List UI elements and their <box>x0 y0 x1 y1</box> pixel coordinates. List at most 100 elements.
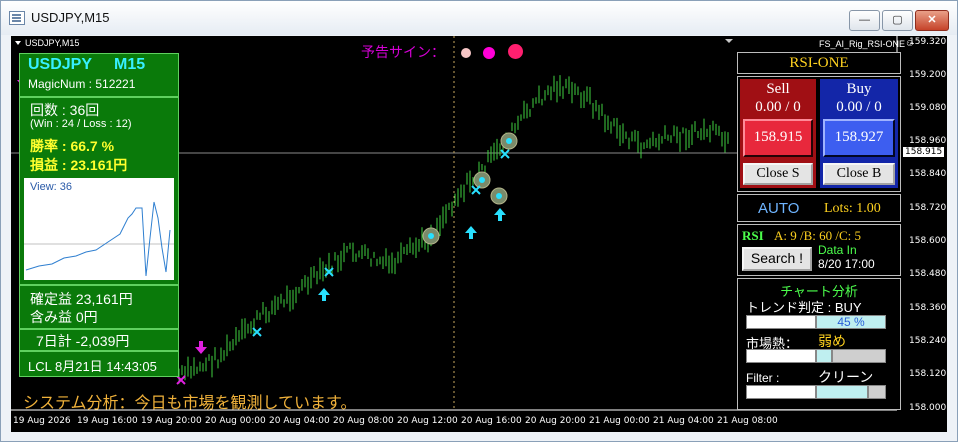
chart-menu-icon <box>15 41 21 45</box>
price-tick: 158.600 <box>909 236 947 246</box>
filter-bar-left <box>746 385 816 399</box>
profit-panel: 確定益 23,161円 含み益 0円 <box>19 285 179 329</box>
lot-size: Lots: 1.00 <box>824 201 881 216</box>
chart-window-icon <box>9 11 25 25</box>
sell-block: Sell 0.00 / 0 158.915 Close S <box>740 79 816 188</box>
equity-line <box>25 201 171 277</box>
buy-button[interactable]: 158.927 <box>823 119 895 157</box>
rsi-box: RSI A: 9 /B: 60 /C: 5 Search ! Data In 8… <box>737 224 901 276</box>
time-tick: 20 Aug 08:00 <box>333 416 394 426</box>
time-tick: 20 Aug 00:00 <box>205 416 266 426</box>
time-tick: 20 Aug 04:00 <box>269 416 330 426</box>
local-time: LCL 8月21日 14:43:05 <box>28 359 157 374</box>
chart-symbol-label: USDJPY,M15 <box>25 38 80 48</box>
price-tick: 158.120 <box>909 369 947 379</box>
view-count: View: 36 <box>30 181 72 193</box>
filter-bar-rest <box>868 385 886 399</box>
trend-percent: 45 % <box>837 315 865 329</box>
magic-number: MagicNum : 512221 <box>28 77 136 91</box>
buy-count: 0.00 / 0 <box>836 99 882 115</box>
symbol-name: USDJPY <box>28 56 93 73</box>
mt4-chart-window: USDJPY,M15 — ▢ ✕ USDJPY,M15 FS_AI_Rig_RS… <box>0 0 958 442</box>
price-tick: 159.080 <box>909 103 947 113</box>
trade-count: 回数 : 36回 <box>30 102 100 118</box>
system-status-message: システム分析：今日も市場を観測しています。 <box>23 395 357 412</box>
signal-dot-weak <box>461 48 471 58</box>
time-tick: 19 Aug 16:00 <box>77 416 138 426</box>
filter-label: Filter : <box>746 371 780 385</box>
filter-bar-fill <box>816 385 868 399</box>
close-cross <box>500 149 510 159</box>
trend-bar-right: 45 % <box>816 315 886 329</box>
rsi-one-panel: RSI-ONE Sell 0.00 / 0 158.915 Close S Bu… <box>737 52 901 410</box>
clock-panel: LCL 8月21日 14:43:05 <box>19 351 179 377</box>
win-rate: 勝率 : 66.7 % <box>30 138 115 154</box>
price-tick: 158.360 <box>909 303 947 313</box>
realized-profit: 確定益 23,161円 <box>30 291 133 307</box>
rsi-label: RSI <box>742 228 764 243</box>
window-title: USDJPY,M15 <box>31 10 110 25</box>
exit-marker-dot <box>496 193 502 199</box>
time-tick: 21 Aug 00:00 <box>589 416 650 426</box>
equity-curve-plot <box>24 201 174 277</box>
signal-preview-label: 予告サイン： <box>361 44 445 60</box>
price-chart[interactable]: USDJPY,M15 FS_AI_Rig_RSI-ONE ☺ 予告サイン： 15… <box>11 36 947 432</box>
chart-analysis-box: チャート分析 トレンド判定 : BUY 45 % 市場熱： 弱め Filter … <box>737 278 901 410</box>
close-button[interactable]: ✕ <box>915 10 949 31</box>
stats-panel: 回数 : 36回 (Win : 24 / Loss : 12) 勝率 : 66.… <box>19 97 179 285</box>
close-cross <box>176 375 186 385</box>
auto-mode[interactable]: AUTO <box>758 200 799 217</box>
unrealized-profit: 含み益 0円 <box>30 309 98 325</box>
market-heat-value: 弱め <box>818 333 846 349</box>
price-tick: 158.720 <box>909 203 947 213</box>
sell-arrow <box>195 341 207 354</box>
symbol-panel: USDJPY M15 MagicNum : 512221 <box>19 53 179 97</box>
panel-header: RSI-ONE <box>737 52 901 74</box>
search-button[interactable]: Search ! <box>742 247 812 271</box>
time-tick: 20 Aug 16:00 <box>461 416 522 426</box>
trend-judgement: トレンド判定 : BUY <box>746 300 862 315</box>
time-tick: 19 Aug 2026 <box>13 416 71 426</box>
exit-marker-dot <box>506 138 512 144</box>
heat-bar-rest <box>832 349 886 363</box>
close-cross <box>471 185 481 195</box>
price-tick: 158.840 <box>909 169 947 179</box>
profit-loss: 損益 : 23.161円 <box>30 157 128 173</box>
chart-shift-icon <box>725 39 733 43</box>
time-tick: 20 Aug 12:00 <box>397 416 458 426</box>
sell-button[interactable]: 158.915 <box>743 119 813 157</box>
panel-title: RSI-ONE <box>789 55 849 71</box>
price-tick: 158.240 <box>909 336 947 346</box>
time-tick: 19 Aug 20:00 <box>141 416 202 426</box>
filter-value: クリーン <box>818 369 874 385</box>
sell-label: Sell <box>766 81 790 97</box>
exit-marker-dot <box>479 177 485 183</box>
sell-count: 0.00 / 0 <box>755 99 801 115</box>
time-tick: 21 Aug 08:00 <box>717 416 778 426</box>
buy-label: Buy <box>846 81 872 97</box>
trend-bar-left <box>746 315 816 329</box>
signal-dot-medium <box>483 47 495 59</box>
exit-marker-dot <box>428 233 434 239</box>
equity-curve: View: 36 <box>24 178 174 280</box>
price-tick: 158.960 <box>909 136 947 146</box>
data-in-time: 8/20 17:00 <box>818 257 875 271</box>
win-loss: (Win : 24 / Loss : 12) <box>30 118 132 130</box>
price-tick: 158.480 <box>909 269 947 279</box>
close-buy-button[interactable]: Close B <box>823 163 895 185</box>
price-tick: 159.320 <box>909 37 947 47</box>
data-in-label: Data In <box>818 243 857 257</box>
auto-lots-box: AUTO Lots: 1.00 <box>737 194 901 222</box>
heat-bar-fill <box>816 349 832 363</box>
time-tick: 21 Aug 04:00 <box>653 416 714 426</box>
timeframe-name: M15 <box>114 56 146 73</box>
minimize-button[interactable]: — <box>849 10 880 31</box>
order-box: Sell 0.00 / 0 158.915 Close S Buy 0.00 /… <box>737 76 901 192</box>
title-bar[interactable]: USDJPY,M15 — ▢ ✕ <box>1 1 957 35</box>
time-tick: 20 Aug 20:00 <box>525 416 586 426</box>
maximize-button[interactable]: ▢ <box>882 10 913 31</box>
close-sell-button[interactable]: Close S <box>743 163 813 185</box>
buy-arrow <box>318 288 330 301</box>
price-tick: 159.200 <box>909 70 947 80</box>
heat-bar-left <box>746 349 816 363</box>
